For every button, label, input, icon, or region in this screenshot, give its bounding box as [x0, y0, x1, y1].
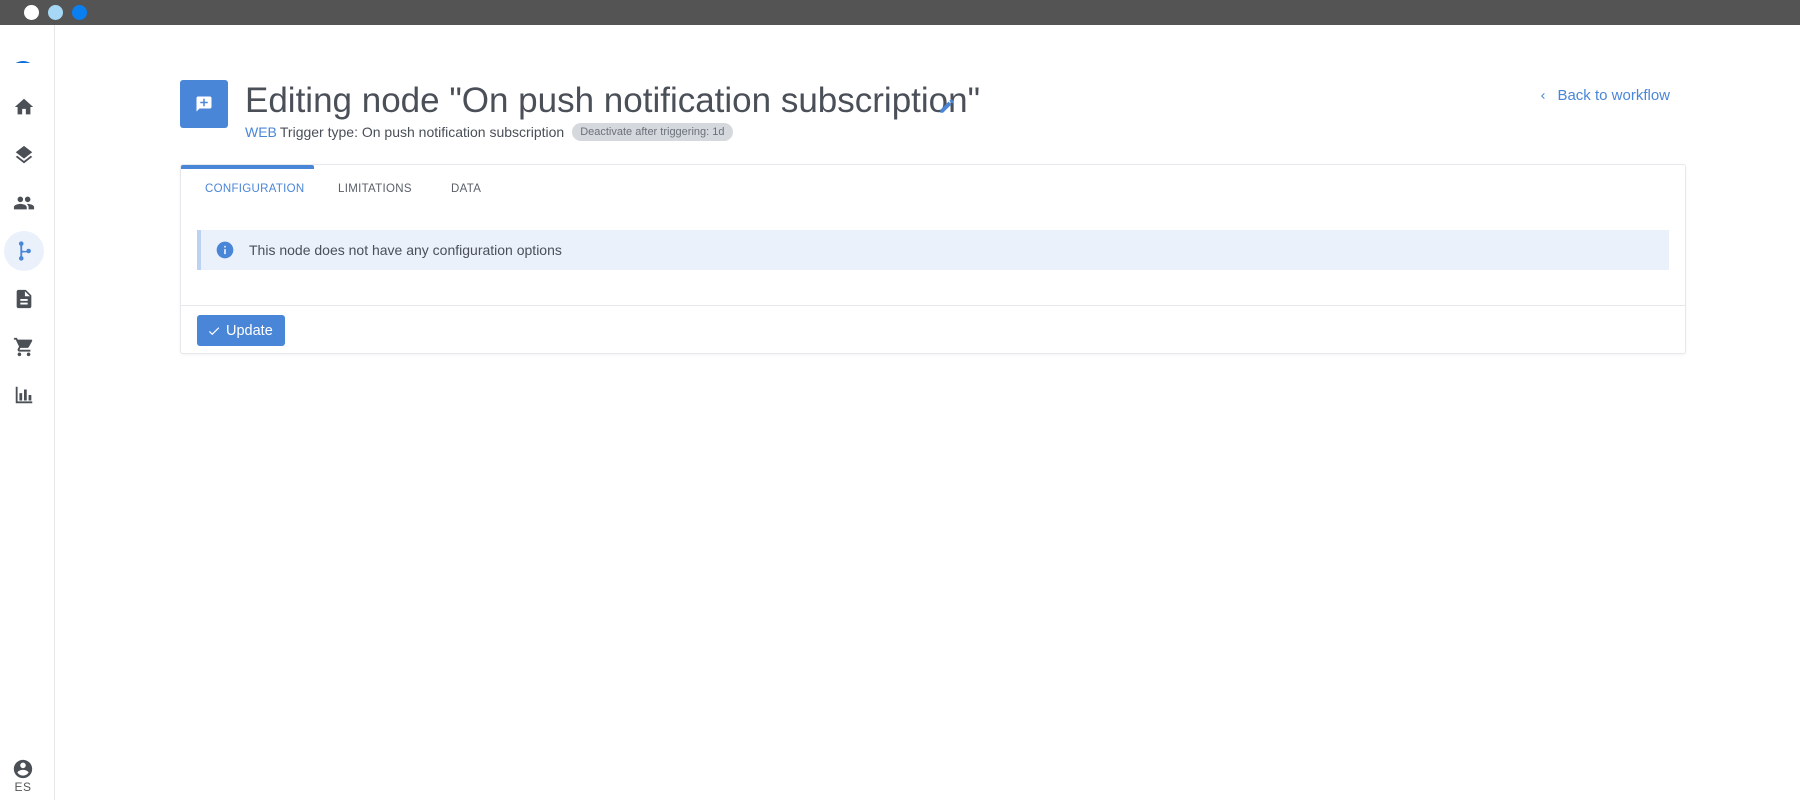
node-meta: WEB Trigger type: On push notification s… [245, 122, 733, 142]
trigger-type-label: Trigger type: On push notification subsc… [279, 124, 565, 140]
bar-chart-icon [15, 386, 33, 404]
sidebar-item-workflows[interactable] [4, 231, 44, 271]
update-button-label: Update [226, 322, 273, 339]
sidebar: ES [0, 25, 55, 800]
node-editor-card: CONFIGURATION LIMITATIONS DATA This node… [180, 164, 1686, 354]
pencil-icon [940, 99, 954, 113]
brand-logo[interactable] [7, 45, 39, 63]
sidebar-item-home[interactable] [4, 87, 44, 127]
workflow-branch-icon [18, 241, 31, 261]
sidebar-item-people[interactable] [4, 183, 44, 223]
update-button[interactable]: Update [197, 315, 285, 346]
window-minimize-button[interactable] [48, 5, 63, 20]
card-divider [181, 305, 1685, 306]
cart-icon [13, 337, 33, 357]
sidebar-item-analytics[interactable] [4, 375, 44, 415]
platform-label: WEB [245, 124, 277, 140]
page-title: Editing node "On push notification subsc… [245, 81, 981, 120]
document-icon [16, 289, 32, 309]
home-icon [14, 98, 34, 115]
people-icon [13, 196, 35, 210]
window-maximize-button[interactable] [72, 5, 87, 20]
node-type-icon [180, 80, 228, 128]
back-link-label: Back to workflow [1557, 87, 1670, 104]
info-alert: This node does not have any configuratio… [197, 230, 1669, 270]
info-icon [215, 240, 235, 260]
tab-configuration[interactable]: CONFIGURATION [205, 177, 305, 201]
language-label: ES [14, 780, 32, 794]
window-close-button[interactable] [24, 5, 39, 20]
profile-menu[interactable]: ES [0, 758, 46, 794]
window-titlebar [0, 0, 1800, 25]
sidebar-item-cart[interactable] [4, 327, 44, 367]
sidebar-item-documents[interactable] [4, 279, 44, 319]
message-plus-icon [196, 96, 212, 112]
deactivate-badge: Deactivate after triggering: 1d [572, 123, 733, 141]
edit-title-button[interactable] [938, 97, 956, 115]
account-circle-icon [13, 759, 33, 779]
layers-icon [15, 145, 33, 164]
tab-data[interactable]: DATA [451, 177, 481, 201]
tab-limitations[interactable]: LIMITATIONS [338, 177, 412, 201]
active-tab-indicator [181, 165, 314, 169]
sidebar-item-layers[interactable] [4, 135, 44, 175]
check-icon [208, 326, 220, 335]
info-alert-text: This node does not have any configuratio… [249, 242, 562, 258]
back-to-workflow-link[interactable]: Back to workflow [1537, 87, 1670, 104]
chevron-left-icon [1541, 92, 1546, 99]
